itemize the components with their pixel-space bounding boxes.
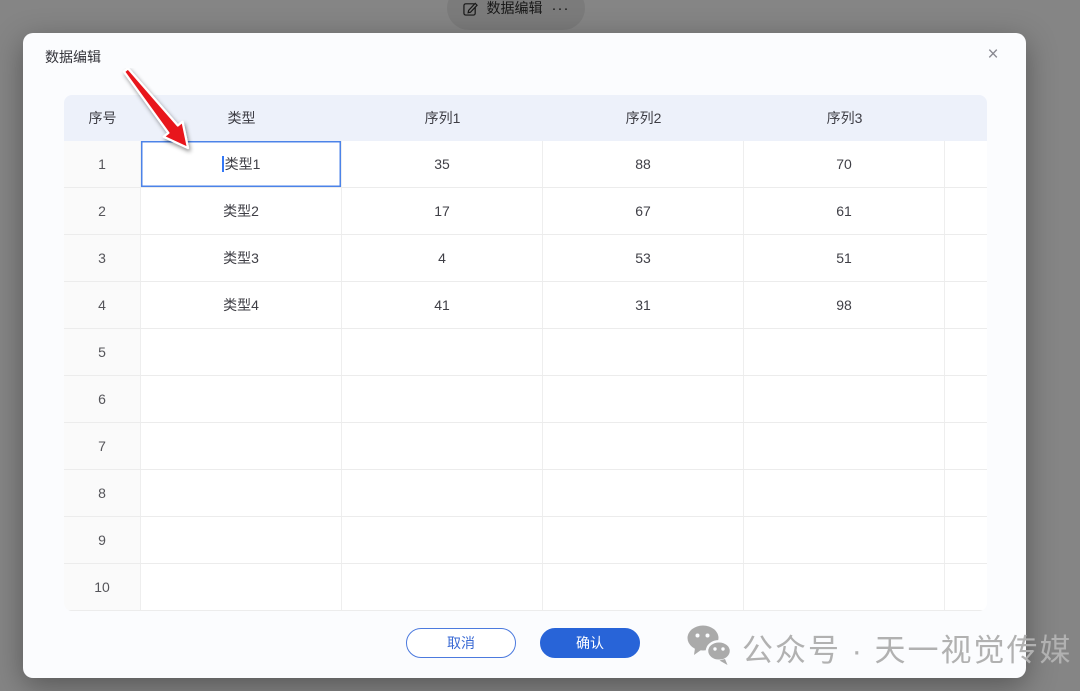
- table-row: 4类型4413198: [64, 282, 987, 329]
- cell-r5c4[interactable]: [744, 329, 945, 375]
- cell-r10c3[interactable]: [543, 564, 744, 610]
- row-number: 6: [64, 376, 141, 422]
- column-header-3: 序列1: [342, 108, 543, 128]
- cell-r1c1[interactable]: 类型1: [141, 141, 342, 187]
- cell-r4c3[interactable]: 31: [543, 282, 744, 328]
- cell-r6c4[interactable]: [744, 376, 945, 422]
- cell-trailing: [945, 188, 986, 234]
- cell-r5c1[interactable]: [141, 329, 342, 375]
- cell-r6c3[interactable]: [543, 376, 744, 422]
- column-header-4: 序列2: [543, 108, 744, 128]
- table-row: 2类型2176761: [64, 188, 987, 235]
- table-body: 1类型13588702类型21767613类型3453514类型44131985…: [64, 141, 987, 611]
- row-number: 4: [64, 282, 141, 328]
- cell-r10c1[interactable]: [141, 564, 342, 610]
- cell-trailing: [945, 517, 986, 563]
- cell-r5c3[interactable]: [543, 329, 744, 375]
- cell-r4c1[interactable]: 类型4: [141, 282, 342, 328]
- table-row: 9: [64, 517, 987, 564]
- dialog-title: 数据编辑: [45, 47, 101, 67]
- cell-r9c1[interactable]: [141, 517, 342, 563]
- cell-r7c1[interactable]: [141, 423, 342, 469]
- close-icon[interactable]: ×: [980, 41, 1006, 67]
- cell-r3c1[interactable]: 类型3: [141, 235, 342, 281]
- cell-r10c4[interactable]: [744, 564, 945, 610]
- cell-r6c2[interactable]: [342, 376, 543, 422]
- table-header-row: 序号类型序列1序列2序列3: [64, 95, 987, 141]
- cell-trailing: [945, 141, 986, 187]
- table-row: 3类型345351: [64, 235, 987, 282]
- data-table: 序号类型序列1序列2序列3 1类型13588702类型21767613类型345…: [64, 95, 987, 611]
- cell-r7c2[interactable]: [342, 423, 543, 469]
- row-number: 5: [64, 329, 141, 375]
- data-edit-dialog: 数据编辑 × 序号类型序列1序列2序列3 1类型13588702类型217676…: [23, 33, 1026, 678]
- cell-r4c2[interactable]: 41: [342, 282, 543, 328]
- cell-r8c1[interactable]: [141, 470, 342, 516]
- cell-r8c2[interactable]: [342, 470, 543, 516]
- cell-r9c3[interactable]: [543, 517, 744, 563]
- row-number: 2: [64, 188, 141, 234]
- column-header-5: 序列3: [744, 108, 945, 128]
- cell-trailing: [945, 423, 986, 469]
- cell-r6c1[interactable]: [141, 376, 342, 422]
- row-number: 9: [64, 517, 141, 563]
- confirm-button[interactable]: 确认: [540, 628, 640, 658]
- cell-trailing: [945, 282, 986, 328]
- cell-r7c3[interactable]: [543, 423, 744, 469]
- table-row: 7: [64, 423, 987, 470]
- table-row: 6: [64, 376, 987, 423]
- column-header-2: 类型: [141, 108, 342, 128]
- cell-r3c3[interactable]: 53: [543, 235, 744, 281]
- row-number: 10: [64, 564, 141, 610]
- table-row: 8: [64, 470, 987, 517]
- cell-r7c4[interactable]: [744, 423, 945, 469]
- cell-trailing: [945, 564, 986, 610]
- cell-r2c2[interactable]: 17: [342, 188, 543, 234]
- cell-trailing: [945, 329, 986, 375]
- cell-r5c2[interactable]: [342, 329, 543, 375]
- row-number: 3: [64, 235, 141, 281]
- row-number: 7: [64, 423, 141, 469]
- cell-r9c4[interactable]: [744, 517, 945, 563]
- table-row: 1类型1358870: [64, 141, 987, 188]
- table-row: 10: [64, 564, 987, 611]
- cell-r1c4[interactable]: 70: [744, 141, 945, 187]
- cell-r4c4[interactable]: 98: [744, 282, 945, 328]
- cell-r8c4[interactable]: [744, 470, 945, 516]
- cell-r2c3[interactable]: 67: [543, 188, 744, 234]
- cell-r1c2[interactable]: 35: [342, 141, 543, 187]
- cell-r3c4[interactable]: 51: [744, 235, 945, 281]
- row-number: 1: [64, 141, 141, 187]
- cell-r2c4[interactable]: 61: [744, 188, 945, 234]
- cell-r8c3[interactable]: [543, 470, 744, 516]
- cell-r9c2[interactable]: [342, 517, 543, 563]
- cancel-button[interactable]: 取消: [406, 628, 516, 658]
- cell-r1c3[interactable]: 88: [543, 141, 744, 187]
- text-caret: [222, 156, 224, 172]
- table-row: 5: [64, 329, 987, 376]
- cell-trailing: [945, 376, 986, 422]
- cell-r3c2[interactable]: 4: [342, 235, 543, 281]
- column-header-1: 序号: [64, 108, 141, 128]
- cell-r2c1[interactable]: 类型2: [141, 188, 342, 234]
- cell-trailing: [945, 235, 986, 281]
- cell-r10c2[interactable]: [342, 564, 543, 610]
- row-number: 8: [64, 470, 141, 516]
- cell-trailing: [945, 470, 986, 516]
